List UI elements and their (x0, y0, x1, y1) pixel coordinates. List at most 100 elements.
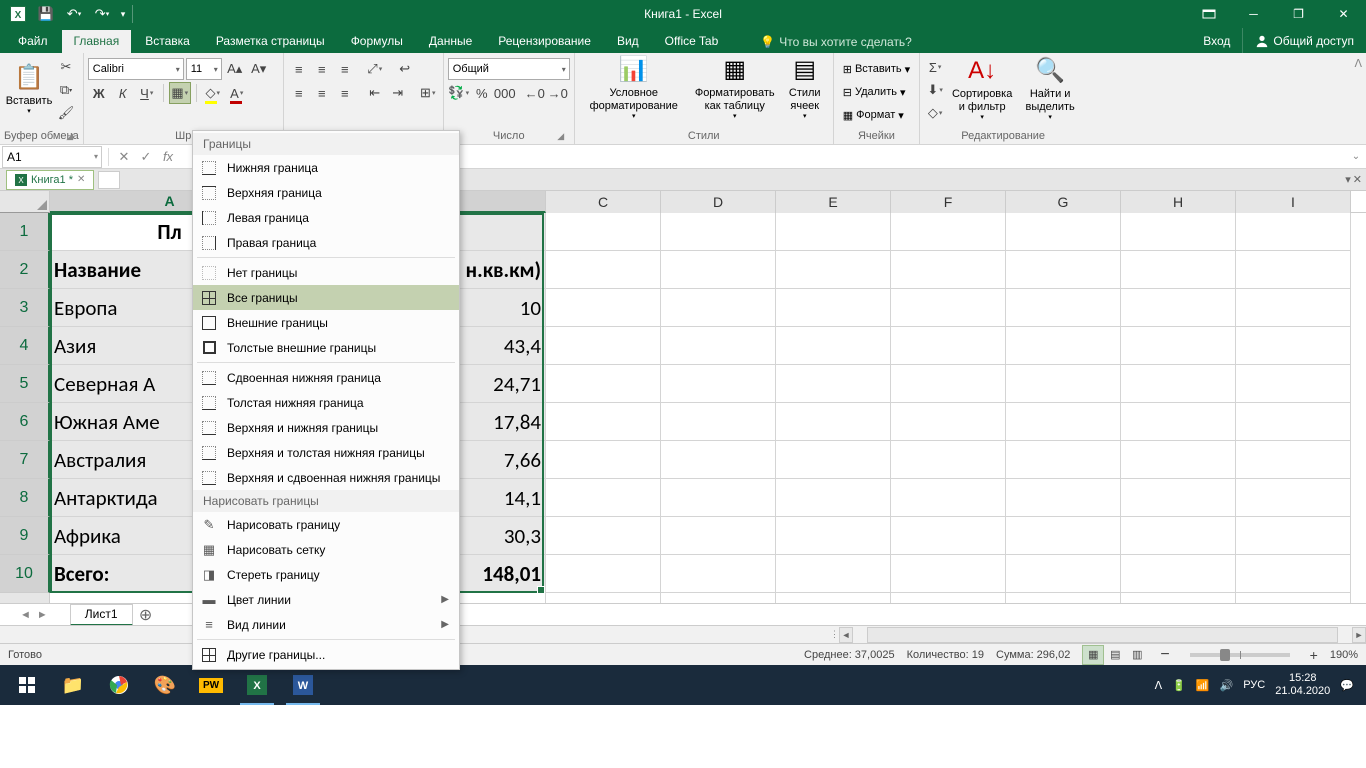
row-header-7[interactable]: 7 (0, 441, 50, 479)
fill-button[interactable]: ⬇ (924, 79, 946, 101)
close-tab-button[interactable]: ✕ (77, 174, 85, 185)
cell-F3[interactable] (891, 289, 1006, 327)
border-menu-item-3[interactable]: Правая граница (193, 230, 459, 255)
sheet-nav-next[interactable]: ► (37, 609, 48, 621)
redo-button[interactable]: ↷▾ (88, 0, 116, 28)
increase-font-button[interactable]: A▴ (224, 58, 246, 80)
border-menu-item-1[interactable]: Верхняя граница (193, 180, 459, 205)
sort-filter-button[interactable]: A↓Сортировка и фильтр▾ (947, 57, 1017, 123)
draw-menu-item-2[interactable]: ◨ Стереть границу (193, 562, 459, 587)
tell-me[interactable]: 💡 Что вы хотите сделать? (752, 31, 920, 53)
cell-C8[interactable] (546, 479, 661, 517)
cell-H2[interactable] (1121, 251, 1236, 289)
cell-I5[interactable] (1236, 365, 1351, 403)
align-right-button[interactable]: ≡ (334, 82, 356, 104)
comma-button[interactable]: 000 (494, 82, 516, 104)
increase-decimal-button[interactable]: ←0 (524, 82, 546, 104)
conditional-formatting-button[interactable]: 📊Условное форматирование▾ (579, 56, 689, 122)
delete-cells-button[interactable]: ⊟ Удалить ▾ (838, 81, 915, 103)
cell-I9[interactable] (1236, 517, 1351, 555)
tab-data[interactable]: Данные (417, 30, 484, 53)
row-header-2[interactable]: 2 (0, 251, 50, 289)
cell-I3[interactable] (1236, 289, 1351, 327)
undo-button[interactable]: ↶▾ (60, 0, 88, 28)
cell-G3[interactable] (1006, 289, 1121, 327)
draw-menu-item-6[interactable]: Другие границы... (193, 642, 459, 667)
taskbar-app[interactable]: PW (188, 665, 234, 705)
zoom-out-button[interactable]: − (1160, 646, 1169, 664)
row-header-8[interactable]: 8 (0, 479, 50, 517)
collapse-ribbon-button[interactable]: ᐱ (1354, 57, 1362, 70)
tray-battery-icon[interactable]: 🔋 (1172, 679, 1186, 692)
align-top-button[interactable]: ≡ (288, 58, 310, 80)
cell-E1[interactable] (776, 213, 891, 251)
cell-C4[interactable] (546, 327, 661, 365)
tab-view[interactable]: Вид (605, 30, 651, 53)
cell-styles-button[interactable]: ▤Стили ячеек▾ (781, 56, 829, 122)
cell-G5[interactable] (1006, 365, 1121, 403)
col-header-F[interactable]: F (891, 191, 1006, 213)
row-header-9[interactable]: 9 (0, 517, 50, 555)
cell-F1[interactable] (891, 213, 1006, 251)
close-button[interactable]: ✕ (1321, 0, 1366, 28)
border-menu-item-0[interactable]: Нижняя граница (193, 155, 459, 180)
font-color-button[interactable]: A (226, 82, 248, 104)
tabs-close[interactable]: ✕ (1353, 173, 1362, 186)
cell-D4[interactable] (661, 327, 776, 365)
cell-D8[interactable] (661, 479, 776, 517)
cell-C1[interactable] (546, 213, 661, 251)
clipboard-launcher[interactable]: ◢ (63, 129, 77, 143)
border-menu-item-11[interactable]: Толстая нижняя граница (193, 390, 459, 415)
number-launcher[interactable]: ◢ (554, 129, 568, 143)
orientation-button[interactable]: ⤢ (364, 58, 386, 80)
cell-H3[interactable] (1121, 289, 1236, 327)
tray-chevron-icon[interactable]: ᐱ (1155, 679, 1163, 692)
cell-E8[interactable] (776, 479, 891, 517)
expand-formula-bar[interactable]: ⌄ (1346, 151, 1366, 162)
cell-E4[interactable] (776, 327, 891, 365)
new-sheet-button[interactable]: ⊕ (135, 604, 157, 626)
font-name-combo[interactable]: Calibri (88, 58, 184, 80)
cell-H6[interactable] (1121, 403, 1236, 441)
share-button[interactable]: Общий доступ (1242, 28, 1366, 53)
border-menu-item-12[interactable]: Верхняя и нижняя границы (193, 415, 459, 440)
taskbar-word[interactable]: W (280, 665, 326, 705)
cell-D2[interactable] (661, 251, 776, 289)
name-box[interactable]: A1 (2, 146, 102, 168)
cell-H7[interactable] (1121, 441, 1236, 479)
view-normal-button[interactable]: ▦ (1082, 645, 1104, 665)
col-header-C[interactable]: C (546, 191, 661, 213)
zoom-level[interactable]: 190% (1330, 649, 1358, 661)
cell-H4[interactable] (1121, 327, 1236, 365)
col-header-E[interactable]: E (776, 191, 891, 213)
view-pagebreak-button[interactable]: ▥ (1126, 645, 1148, 665)
tray-volume-icon[interactable]: 🔊 (1220, 679, 1234, 692)
wrap-text-button[interactable]: ↩ (394, 58, 416, 80)
ribbon-options-icon[interactable] (1186, 0, 1231, 28)
cell-H1[interactable] (1121, 213, 1236, 251)
cell-F10[interactable] (891, 555, 1006, 593)
decrease-indent-button[interactable]: ⇤ (364, 82, 386, 104)
taskbar-explorer[interactable]: 📁 (50, 665, 96, 705)
tray-language[interactable]: РУС (1243, 679, 1265, 691)
cell-D10[interactable] (661, 555, 776, 593)
cell-E2[interactable] (776, 251, 891, 289)
draw-menu-item-3[interactable]: ▬ Цвет линии ▶ (193, 587, 459, 612)
hscroll-right[interactable]: ► (1352, 627, 1366, 643)
border-menu-item-6[interactable]: Все границы (193, 285, 459, 310)
cell-C2[interactable] (546, 251, 661, 289)
draw-menu-item-0[interactable]: ✎ Нарисовать границу (193, 512, 459, 537)
fx-button[interactable]: fx (157, 146, 179, 168)
insert-cells-button[interactable]: ⊞ Вставить ▾ (838, 58, 915, 80)
login-button[interactable]: Вход (1191, 28, 1242, 53)
increase-indent-button[interactable]: ⇥ (387, 82, 409, 104)
decrease-font-button[interactable]: A▾ (248, 58, 270, 80)
paste-button[interactable]: 📋 Вставить ▾ (4, 57, 54, 123)
format-as-table-button[interactable]: ▦Форматировать как таблицу▾ (690, 56, 780, 122)
cell-C10[interactable] (546, 555, 661, 593)
taskbar-excel[interactable]: X (234, 665, 280, 705)
zoom-in-button[interactable]: + (1310, 647, 1318, 663)
cell-G10[interactable] (1006, 555, 1121, 593)
cell-E10[interactable] (776, 555, 891, 593)
border-menu-item-13[interactable]: Верхняя и толстая нижняя границы (193, 440, 459, 465)
